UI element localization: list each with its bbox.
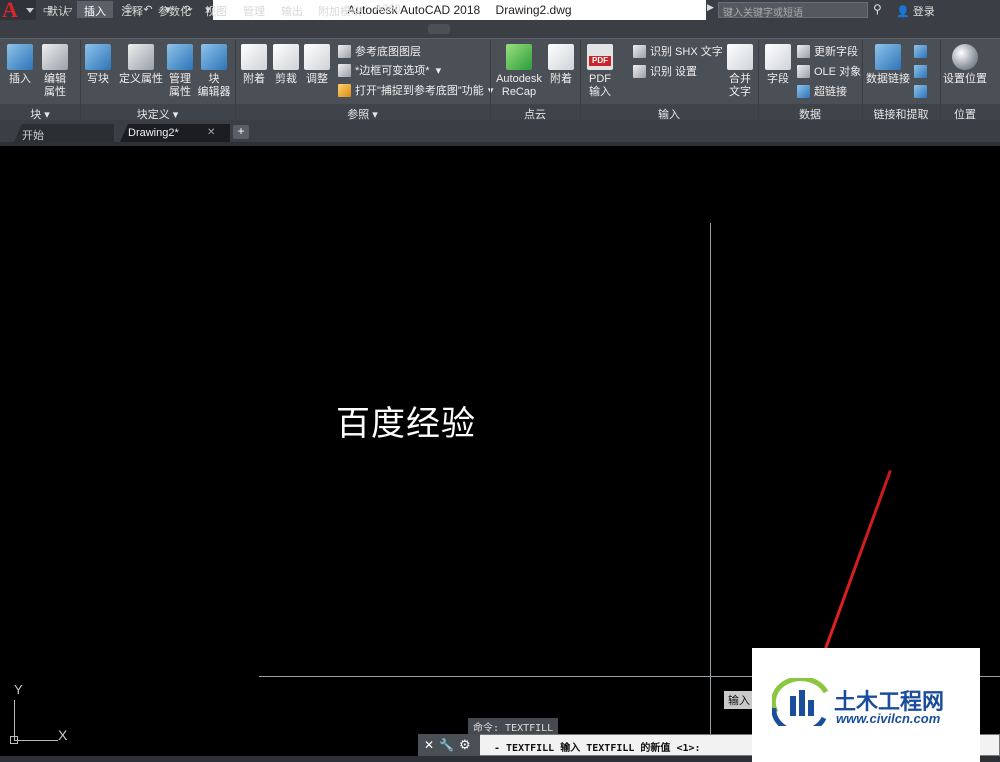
define-attribute-icon (128, 44, 154, 70)
panel-divider (235, 40, 236, 120)
ucs-icon (10, 736, 18, 744)
file-title: Drawing2.dwg (495, 3, 572, 17)
clip-button[interactable]: 剪裁 (272, 44, 300, 86)
data-link-icon (875, 44, 901, 70)
hyperlink-icon (797, 84, 810, 98)
write-block-icon (85, 44, 111, 70)
edit-attribute-button[interactable]: 编辑 属性 (38, 44, 72, 99)
panel-divider (580, 40, 581, 120)
ucs-x-axis (14, 740, 58, 741)
ucs-y-label: Y (14, 682, 23, 697)
upload-link-button[interactable] (914, 63, 931, 79)
clip-icon (273, 44, 299, 70)
tab-start[interactable]: 开始 (14, 124, 114, 142)
tab-view[interactable]: 视图 (198, 1, 234, 18)
wrench-icon[interactable]: 🔧 (439, 738, 454, 752)
recognize-settings-button[interactable]: 识别 设置 (633, 63, 697, 79)
extract-data-button[interactable] (914, 43, 931, 59)
tab-insert[interactable]: 插入 (77, 1, 113, 18)
field-button[interactable]: 字段 (764, 44, 792, 86)
update-fields-icon (797, 44, 810, 58)
civilcn-logo-icon (772, 678, 829, 726)
download-link-button[interactable] (914, 83, 931, 99)
insert-block-icon (7, 44, 33, 70)
data-link-button[interactable]: 数据链接 (866, 44, 910, 86)
combine-text-icon (727, 44, 753, 70)
tab-default[interactable]: 默认 (40, 1, 76, 18)
binoculars-icon[interactable]: ⚲ (873, 2, 882, 16)
watermark-url: www.civilcn.com (836, 711, 941, 726)
field-icon (765, 44, 791, 70)
write-block-button[interactable]: 写块 (84, 44, 112, 86)
search-input[interactable]: 键入关键字或短语 (718, 2, 868, 19)
shx-icon (633, 44, 646, 58)
panel-divider (80, 40, 81, 120)
underlay-layers-button[interactable]: 参考底图图层 (338, 43, 421, 59)
ribbon-display-toggle-icon[interactable] (428, 24, 450, 34)
dynamic-input-tooltip: 输入 (724, 691, 754, 709)
panel-divider (490, 40, 491, 120)
adjust-icon (304, 44, 330, 70)
ucs-y-axis (14, 700, 15, 740)
user-icon: 👤 (896, 6, 910, 18)
panel-divider (862, 40, 863, 120)
login-button[interactable]: 👤 登录 (896, 3, 935, 19)
gear-icon[interactable]: ⚙ (459, 737, 471, 753)
tab-manage[interactable]: 管理 (236, 1, 272, 18)
recap-button[interactable]: Autodesk ReCap (494, 44, 544, 99)
attach-icon (241, 44, 267, 70)
set-location-button[interactable]: 设置位置 (942, 44, 988, 86)
pointcloud-icon (548, 44, 574, 70)
pdf-icon (587, 44, 613, 70)
define-attribute-button[interactable]: 定义属性 (118, 44, 164, 86)
frame-icon (338, 63, 351, 77)
ucs-x-label: X (58, 727, 68, 743)
hyperlink-button[interactable]: 超链接 (797, 83, 847, 99)
extract-icon (914, 44, 927, 58)
manage-attribute-button[interactable]: 管理 属性 (166, 44, 194, 99)
dropdown-icon: ▾ (435, 64, 442, 77)
canvas-text-object[interactable]: 百度经验 (336, 396, 476, 445)
pdf-import-button[interactable]: PDF 输入 (586, 44, 614, 99)
command-history: 命令: TEXTFILL (468, 718, 559, 735)
command-prompt-text: - TEXTFILL 输入 TEXTFILL 的新值 <1>: (494, 743, 701, 754)
combine-text-button[interactable]: 合并 文字 (726, 44, 754, 99)
app-menu-button[interactable]: A (0, 0, 36, 22)
ole-object-button[interactable]: OLE 对象 (797, 63, 861, 79)
panel-divider (940, 40, 941, 120)
ole-icon (797, 64, 810, 78)
adjust-button[interactable]: 调整 (303, 44, 331, 86)
tab-addins[interactable]: 附加模块 (311, 1, 369, 18)
block-editor-button[interactable]: 块 编辑器 (197, 44, 231, 99)
tab-a360[interactable]: A360 (368, 1, 408, 18)
tab-output[interactable]: 输出 (274, 1, 310, 18)
settings-icon (633, 64, 646, 78)
login-label: 登录 (912, 6, 935, 18)
update-fields-button[interactable]: 更新字段 (797, 43, 858, 59)
globe-icon (952, 44, 978, 70)
snap-underlay-dropdown[interactable]: 打开"捕捉到参考底图"功能▾ (338, 82, 493, 98)
block-editor-icon (201, 44, 227, 70)
underlay-layers-icon (338, 44, 351, 58)
ribbon-tab-bar (0, 20, 1000, 38)
attach-pointcloud-button[interactable]: 附着 (547, 44, 575, 86)
recognize-shx-button[interactable]: 识别 SHX 文字 (633, 43, 723, 59)
new-tab-button[interactable]: + (233, 125, 249, 139)
recap-icon (506, 44, 532, 70)
attach-reference-button[interactable]: 附着 (240, 44, 268, 86)
upload-icon (914, 64, 927, 78)
frame-vary-dropdown[interactable]: *边框可变选项* ▾ (338, 62, 441, 78)
tab-annotate[interactable]: 注释 (114, 1, 150, 18)
close-tab-icon[interactable]: ✕ (207, 127, 215, 138)
insert-block-button[interactable]: 插入 (6, 44, 34, 86)
crosshair-vertical (710, 223, 711, 753)
panel-divider (758, 40, 759, 120)
edit-attribute-icon (42, 44, 68, 70)
download-icon (914, 84, 927, 98)
command-line-controls: ✕ 🔧 ⚙ (418, 734, 480, 756)
close-icon[interactable]: ✕ (424, 738, 434, 752)
manage-attribute-icon (167, 44, 193, 70)
snap-icon (338, 83, 351, 97)
tab-parametric[interactable]: 参数化 (151, 1, 198, 18)
